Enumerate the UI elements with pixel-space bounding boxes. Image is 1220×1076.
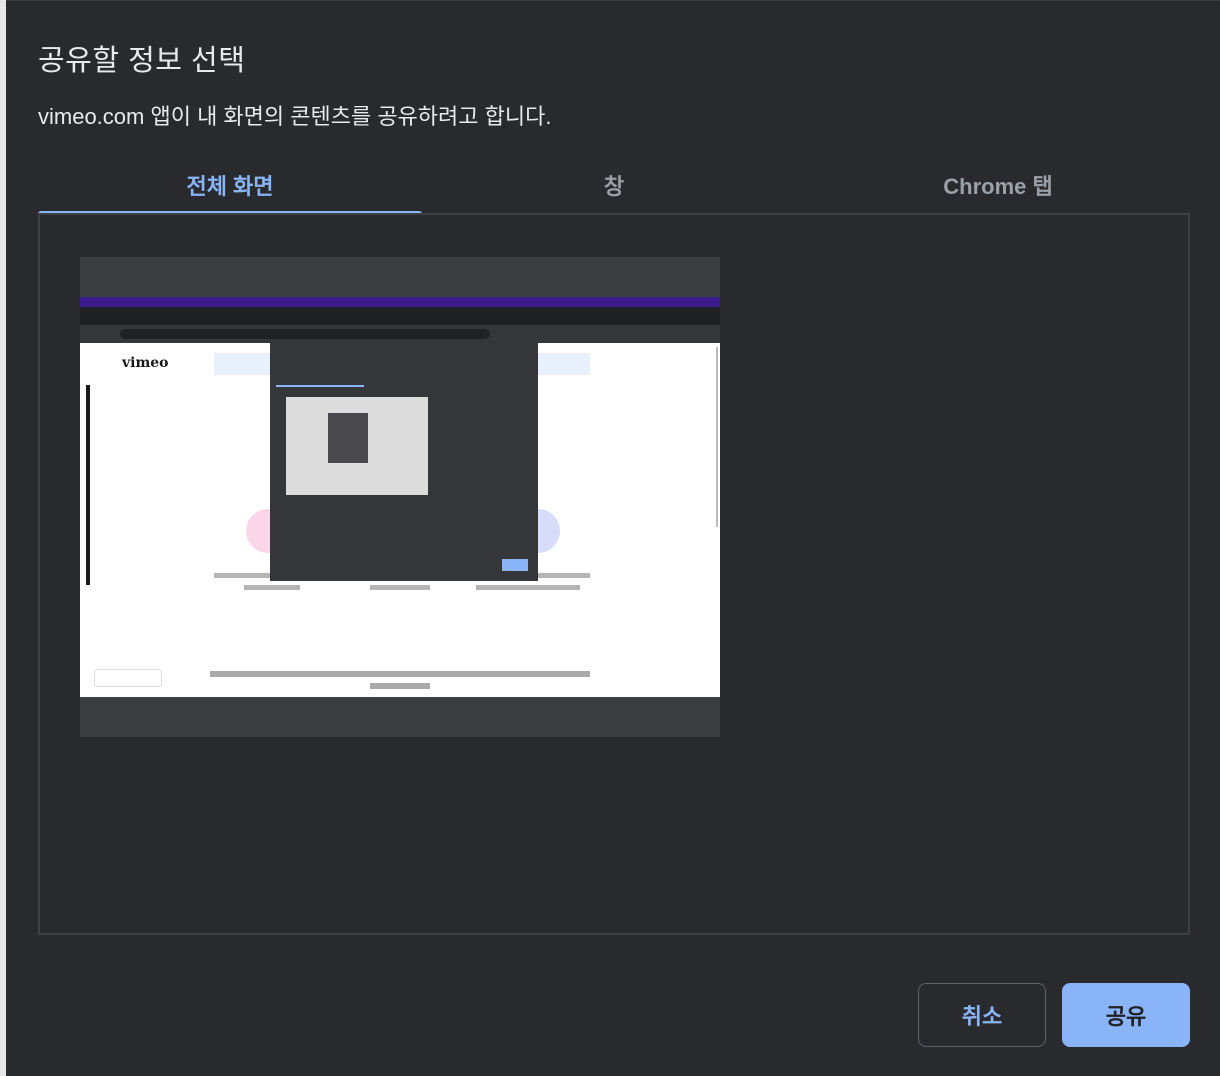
tab-entire-screen[interactable]: 전체 화면 bbox=[38, 161, 422, 215]
source-type-tabs: 전체 화면 창 Chrome 탭 bbox=[38, 161, 1190, 215]
preview-text-line bbox=[476, 585, 580, 590]
dialog-subtitle: vimeo.com 앱이 내 화면의 콘텐츠를 공유하려고 합니다. bbox=[38, 104, 552, 129]
preview-nested-inner bbox=[328, 413, 368, 463]
preview-tabstrip bbox=[80, 307, 720, 325]
preview-bottom-text bbox=[210, 671, 590, 677]
share-button[interactable]: 공유 bbox=[1062, 983, 1190, 1047]
screen-preview-thumbnail: vimeo bbox=[80, 297, 720, 697]
preview-address-bar bbox=[120, 329, 490, 339]
preview-menubar bbox=[80, 297, 720, 307]
preview-vimeo-logo: vimeo bbox=[122, 355, 169, 371]
dialog-title: 공유할 정보 선택 bbox=[38, 45, 246, 77]
entire-screen-source-tile[interactable]: vimeo bbox=[80, 257, 720, 737]
tab-chrome-tab[interactable]: Chrome 탭 bbox=[806, 161, 1190, 215]
preview-nested-dialog bbox=[270, 341, 538, 581]
tab-window[interactable]: 창 bbox=[422, 161, 806, 215]
preview-text-line bbox=[370, 585, 430, 590]
preview-nested-thumbnail bbox=[286, 397, 428, 495]
cancel-button[interactable]: 취소 bbox=[918, 983, 1046, 1047]
preview-bottom-text bbox=[370, 683, 430, 689]
preview-text-line bbox=[244, 585, 300, 590]
preview-nested-tab-indicator bbox=[276, 385, 364, 387]
screen-share-picker-dialog: 공유할 정보 선택 vimeo.com 앱이 내 화면의 콘텐츠를 공유하려고 … bbox=[6, 0, 1220, 1076]
preview-recorder-controls bbox=[94, 669, 162, 687]
source-list-panel: vimeo bbox=[38, 213, 1190, 935]
preview-scrollbar bbox=[716, 347, 718, 527]
preview-nested-share-button bbox=[502, 559, 528, 571]
preview-left-bar bbox=[86, 385, 90, 585]
